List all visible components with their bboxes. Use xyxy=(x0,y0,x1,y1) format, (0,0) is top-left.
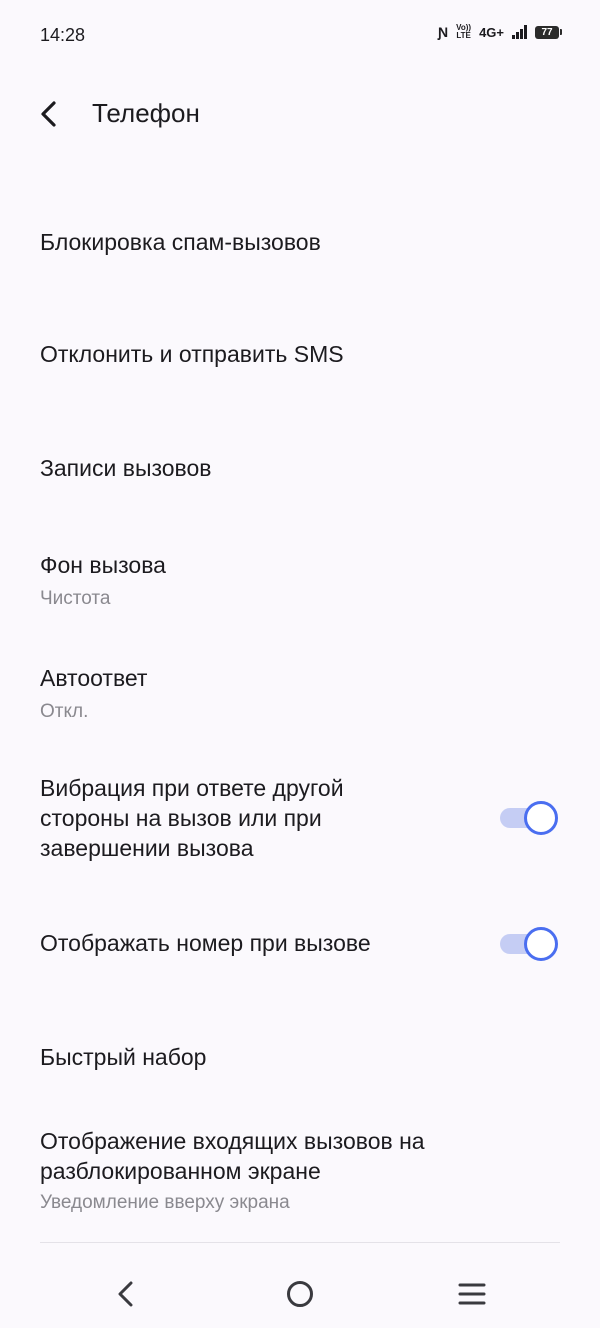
row-spam-block[interactable]: Блокировка спам-вызовов xyxy=(0,200,600,284)
row-vibration[interactable]: Вибрация при ответе другой стороны на вы… xyxy=(0,770,600,870)
status-bar: 14:28 Ɲ Vo)) LTE 4G+ 77 xyxy=(0,0,600,72)
nav-menu-button[interactable] xyxy=(452,1274,492,1314)
chevron-left-icon xyxy=(41,101,56,127)
signal-icon xyxy=(512,25,527,39)
show-number-toggle[interactable] xyxy=(498,926,560,962)
row-show-number[interactable]: Отображать номер при вызове xyxy=(0,914,600,974)
row-call-background[interactable]: Фон вызова Чистота xyxy=(0,540,600,624)
app-bar: Телефон xyxy=(0,82,600,146)
back-button[interactable] xyxy=(30,94,70,134)
nav-home-button[interactable] xyxy=(280,1274,320,1314)
menu-nav-icon xyxy=(458,1283,486,1305)
nav-back-button[interactable] xyxy=(106,1274,146,1314)
vibration-toggle[interactable] xyxy=(498,800,560,836)
row-title-line3: завершении вызова xyxy=(40,835,254,861)
row-auto-answer[interactable]: Автоответ Откл. xyxy=(0,652,600,736)
page-title: Телефон xyxy=(92,98,200,128)
status-time: 14:28 xyxy=(40,25,86,45)
row-title-line2: стороны на вызов или при xyxy=(40,805,322,831)
home-nav-icon xyxy=(287,1281,313,1307)
navigation-bar xyxy=(0,1244,600,1328)
status-icons: Ɲ Vo)) LTE 4G+ 77 xyxy=(438,24,562,40)
row-title-line1: Отображение входящих вызовов на xyxy=(40,1128,425,1154)
network-type: 4G+ xyxy=(479,24,504,40)
row-value: Чистота xyxy=(40,588,111,609)
row-title: Блокировка спам-вызовов xyxy=(40,229,321,255)
row-reject-sms[interactable]: Отклонить и отправить SMS xyxy=(0,312,600,396)
volte-icon-bottom: LTE xyxy=(456,31,471,40)
row-title-line1: Вибрация при ответе другой xyxy=(40,775,344,801)
battery-level: 77 xyxy=(535,25,559,39)
back-nav-icon xyxy=(118,1281,133,1307)
divider xyxy=(40,1242,560,1243)
row-title: Автоответ xyxy=(40,665,148,691)
row-incoming-display[interactable]: Отображение входящих вызовов на разблоки… xyxy=(0,1120,600,1230)
row-title: Фон вызова xyxy=(40,552,166,578)
row-title: Отображать номер при вызове xyxy=(40,930,371,956)
row-title: Записи вызовов xyxy=(40,455,212,481)
row-value: Откл. xyxy=(40,701,89,722)
row-title: Быстрый набор xyxy=(40,1044,207,1070)
row-value: Уведомление вверху экрана xyxy=(40,1192,290,1213)
nfc-icon: Ɲ xyxy=(437,24,449,40)
row-title-line2: разблокированном экране xyxy=(40,1158,321,1184)
volte-icon: Vo)) LTE xyxy=(456,24,471,40)
row-call-records[interactable]: Записи вызовов xyxy=(0,426,600,510)
battery-icon: 77 xyxy=(535,25,562,39)
row-title: Отклонить и отправить SMS xyxy=(40,341,344,367)
row-speed-dial[interactable]: Быстрый набор xyxy=(0,1016,600,1100)
